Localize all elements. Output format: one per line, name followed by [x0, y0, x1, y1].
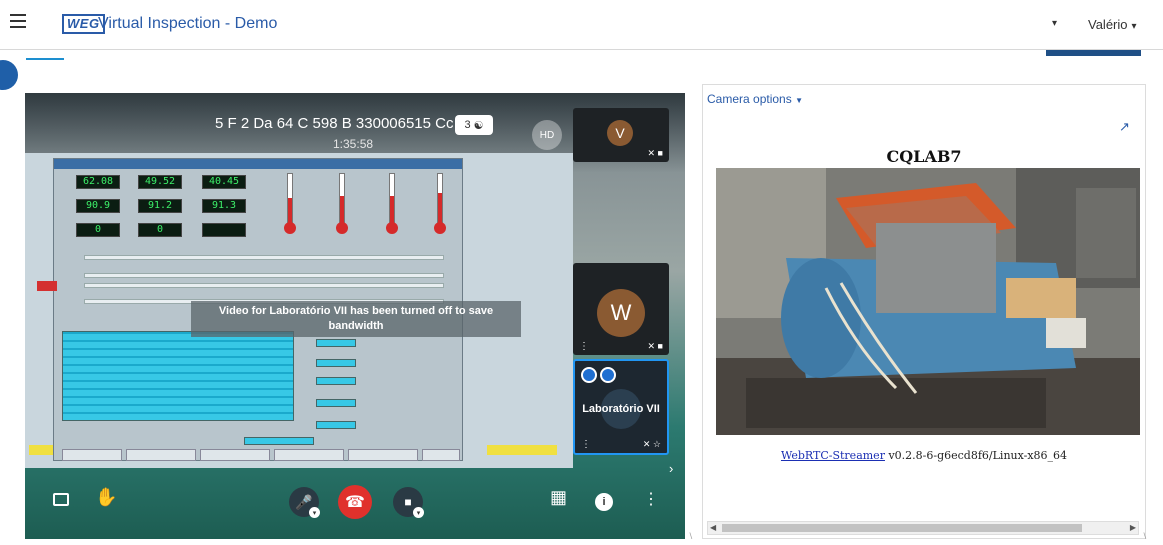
streamer-footer: WebRTC-Streamer v0.2.8-6-g6ecd8f6/Linux-…: [703, 449, 1145, 462]
shared-button: [348, 449, 418, 461]
thermometer: [336, 173, 348, 234]
avatar: V: [607, 120, 633, 146]
streamer-version: v0.2.8-6-g6ecd8f6/Linux-x86_64: [884, 449, 1068, 462]
camera-toggle-button[interactable]: ■ ▾: [393, 487, 424, 518]
motor-photo: [716, 168, 1140, 435]
status-indicator: [29, 445, 53, 455]
gauge-display: 49.52: [138, 175, 182, 189]
dropdown-caret-icon[interactable]: ▾: [1052, 18, 1057, 29]
thermometer: [284, 173, 296, 234]
user-name: Valério: [1088, 17, 1128, 32]
scroll-right-icon[interactable]: ▶: [1130, 522, 1136, 534]
chevron-down-icon: ▾: [1131, 21, 1137, 32]
status-field: [316, 359, 356, 367]
horizontal-scrollbar[interactable]: ◀ ▶: [707, 521, 1139, 535]
status-icons: [581, 367, 616, 383]
status-field: [316, 421, 356, 429]
quality-icon: [600, 367, 616, 383]
chevron-down-icon[interactable]: ▾: [413, 507, 424, 518]
scroll-left-icon[interactable]: ◀: [710, 522, 716, 534]
participant-tile[interactable]: W ⋮ ✕ ■: [573, 263, 669, 355]
scrollbar-thumb[interactable]: [722, 524, 1082, 532]
gauge-display: 40.45: [202, 175, 246, 189]
shared-button: [126, 449, 196, 461]
info-icon[interactable]: i: [595, 493, 613, 511]
status-field: [316, 377, 356, 385]
gauge-display: 90.9: [76, 199, 120, 213]
side-drawer-toggle[interactable]: [0, 60, 18, 90]
top-right-tab-indicator: [1046, 50, 1141, 56]
alarm-indicator: [37, 281, 57, 291]
participant-tile[interactable]: V ✕ ■: [573, 108, 669, 162]
camera-off-icon: ■: [404, 495, 412, 509]
tile-view-icon[interactable]: ▦: [550, 487, 567, 508]
phone-icon: ☎: [345, 494, 365, 511]
camera-feed-image: [716, 168, 1140, 435]
screen-share-icon[interactable]: [53, 493, 69, 506]
camera-panel: Camera options ▼ ↗ CQLAB7 WebRTC-Streame…: [702, 84, 1146, 539]
shared-window-titlebar: [54, 159, 462, 169]
status-field: [316, 339, 356, 347]
shared-button: [62, 449, 122, 461]
video-off-notice: Video for Laboratório VII has been turne…: [191, 301, 521, 337]
participant-name: Laboratório VII: [582, 403, 660, 415]
hang-up-button[interactable]: ☎: [338, 485, 372, 519]
form-row: [84, 283, 444, 288]
caret-down-icon: ▼: [795, 96, 803, 105]
quality-badge[interactable]: HD: [532, 120, 562, 150]
status-field: [316, 399, 356, 407]
more-options-icon[interactable]: ⋮: [581, 439, 591, 450]
hamburger-menu-icon[interactable]: [10, 14, 26, 28]
gauge-display: 91.3: [202, 199, 246, 213]
more-options-icon[interactable]: ⋮: [643, 489, 659, 509]
status-field: [244, 437, 314, 445]
participant-count: 3: [464, 119, 471, 131]
webrtc-streamer-link[interactable]: WebRTC-Streamer: [781, 449, 885, 462]
app-title: Virtual Inspection - Demo: [98, 15, 278, 32]
more-options-icon[interactable]: ⋮: [579, 341, 589, 352]
call-controls: ✋ 🎤 ▾ ☎ ■ ▾ ▦ i ⋮: [25, 473, 685, 539]
gauge-display: [202, 223, 246, 237]
connection-icon: [581, 367, 597, 383]
shared-button: [422, 449, 460, 461]
participant-tile-active[interactable]: Laboratório VII ⋮ ✕ ☆: [573, 359, 669, 455]
top-bar: WEG Virtual Inspection - Demo ▾ Valério ▾: [0, 0, 1163, 50]
video-conference-panel: 62.08 49.52 40.45 90.9 91.2 91.3 0 0 Vid…: [25, 93, 685, 539]
mute-microphone-button[interactable]: 🎤 ▾: [289, 487, 320, 518]
data-grid: [62, 331, 294, 421]
user-menu[interactable]: Valério ▾: [1088, 17, 1137, 32]
raise-hand-icon[interactable]: ✋: [95, 487, 117, 508]
external-link-icon[interactable]: ↗: [1119, 119, 1133, 134]
status-indicator: [487, 445, 557, 455]
muted-icons: ✕ ■: [647, 148, 663, 158]
muted-star-icons: ✕ ☆: [642, 439, 661, 449]
gauge-display: 91.2: [138, 199, 182, 213]
chevron-down-icon[interactable]: ▾: [309, 507, 320, 518]
gauge-display: 0: [76, 223, 120, 237]
thermometer: [434, 173, 446, 234]
form-row: [84, 255, 444, 260]
tab-underline: [26, 58, 64, 60]
call-timer: 1:35:58: [333, 137, 374, 151]
camera-title: CQLAB7: [886, 147, 962, 166]
participant-count-button[interactable]: 3 ☯: [455, 115, 493, 135]
shared-button: [274, 449, 344, 461]
resize-handle-icon[interactable]: ∖: [1142, 532, 1147, 541]
shared-button: [200, 449, 270, 461]
thermometer: [386, 173, 398, 234]
resize-handle-icon[interactable]: ∖: [688, 532, 693, 541]
form-row: [84, 273, 444, 278]
avatar: W: [597, 289, 645, 337]
camera-options-dropdown[interactable]: Camera options ▼: [707, 92, 803, 106]
camera-options-label: Camera options: [707, 92, 792, 106]
muted-icons: ✕ ■: [647, 341, 663, 351]
people-icon: ☯: [473, 119, 484, 132]
meeting-id: 5 F 2 Da 64 C 598 B 330006515 Cc 5: [215, 115, 467, 132]
gauge-display: 0: [138, 223, 182, 237]
gauge-display: 62.08: [76, 175, 120, 189]
